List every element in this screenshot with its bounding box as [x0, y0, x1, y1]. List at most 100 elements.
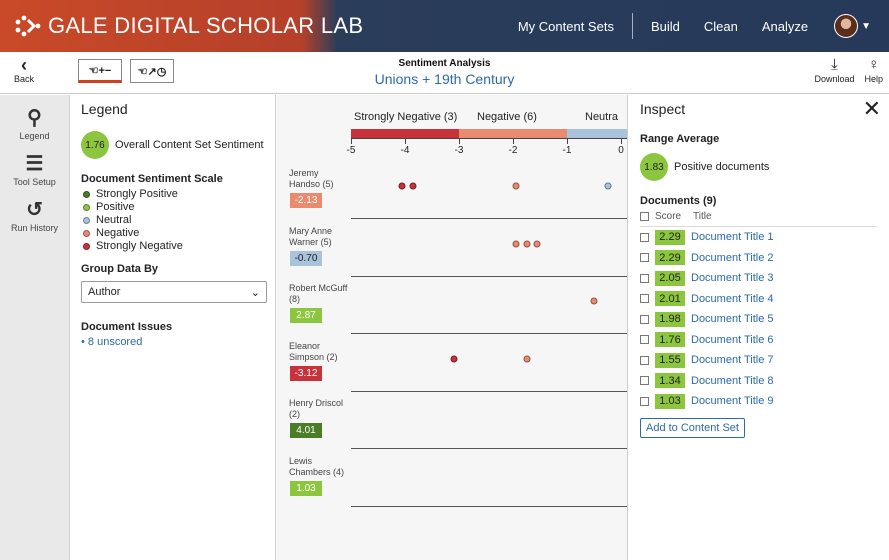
document-title-link[interactable]: Document Title 2: [691, 252, 774, 264]
author-score-badge: 4.01: [290, 423, 322, 438]
document-point[interactable]: [523, 240, 530, 247]
band-label[interactable]: Strongly Negative (3): [354, 111, 457, 123]
scale-title: Document Sentiment Scale: [81, 173, 223, 185]
document-title-link[interactable]: Document Title 8: [691, 375, 774, 387]
document-title-link[interactable]: Document Title 3: [691, 272, 774, 284]
group-by-title: Group Data By: [81, 263, 159, 275]
author-name: Jeremy Handso (5): [289, 168, 334, 189]
document-checkbox[interactable]: [640, 335, 649, 345]
group-by-value: Author: [88, 286, 121, 298]
x-tick: [513, 138, 514, 144]
search-icon: ⚲: [27, 107, 42, 129]
document-title-link[interactable]: Document Title 9: [691, 395, 774, 407]
rail-item-run-history[interactable]: ↺ Run History: [0, 199, 69, 233]
document-checkbox[interactable]: [640, 396, 649, 406]
x-tick: [567, 138, 568, 144]
document-title-link[interactable]: Document Title 1: [691, 231, 774, 243]
sentiment-band[interactable]: [567, 129, 627, 138]
document-issues: Document Issues • 8 unscored: [81, 321, 264, 348]
document-point[interactable]: [590, 297, 598, 305]
close-icon[interactable]: ✕: [863, 97, 881, 121]
document-score: 1.98: [655, 311, 685, 327]
document-row: 1.55 Document Title 7: [640, 350, 877, 371]
author-name: Mary Anne Warner (5): [289, 225, 333, 247]
document-checkbox[interactable]: [640, 314, 649, 324]
document-score: 1.55: [655, 352, 685, 368]
range-score-bubble: 1.83: [640, 153, 668, 181]
document-score: 2.05: [655, 270, 685, 286]
hand-plus-minus-icon: ☜+−: [88, 64, 112, 77]
band-label[interactable]: Negative (6): [477, 111, 537, 123]
sentiment-band[interactable]: [351, 129, 459, 138]
documents-header: Score Title: [640, 211, 877, 227]
document-checkbox[interactable]: [640, 355, 649, 365]
document-title-link[interactable]: Document Title 5: [691, 313, 774, 325]
caret-down-icon[interactable]: ▼: [861, 21, 871, 32]
range-row: 1.83 Positive documents: [640, 153, 877, 181]
author-name: Robert McGuff (8): [289, 283, 348, 304]
download-button[interactable]: ⤓ Download: [814, 56, 854, 84]
document-checkbox[interactable]: [640, 273, 649, 283]
select-all-checkbox[interactable]: [640, 212, 649, 221]
nav-my-content-sets[interactable]: My Content Sets: [506, 19, 626, 34]
documents-title: Documents (9): [640, 195, 717, 207]
document-point[interactable]: [512, 240, 520, 247]
x-tick-label: -2: [508, 145, 518, 156]
brand[interactable]: GALE DIGITAL SCHOLAR LAB: [14, 10, 363, 42]
unscored-link[interactable]: • 8 unscored: [81, 336, 264, 348]
back-button[interactable]: ‹ Back: [8, 56, 40, 84]
document-score: 1.34: [655, 373, 685, 389]
document-row: 1.03 Document Title 9: [640, 391, 877, 412]
help-label: Help: [864, 74, 883, 84]
chevron-left-icon: ‹: [21, 55, 27, 75]
help-button[interactable]: ♀ Help: [864, 56, 883, 84]
user-avatar[interactable]: [834, 14, 859, 38]
row-baseline: [351, 390, 627, 392]
legend-title: Legend: [81, 101, 128, 117]
document-title-link[interactable]: Document Title 7: [691, 354, 774, 366]
score-column-header[interactable]: Score: [655, 211, 689, 222]
scale-item: Neutral: [83, 214, 264, 227]
add-to-content-set-button[interactable]: Add to Content Set: [640, 417, 745, 438]
document-checkbox[interactable]: [640, 294, 649, 304]
document-point[interactable]: [523, 355, 530, 362]
document-point[interactable]: [398, 182, 406, 190]
sentiment-band[interactable]: [459, 129, 567, 138]
document-point[interactable]: [409, 182, 417, 190]
scale-item: Strongly Negative: [83, 240, 264, 253]
document-title-link[interactable]: Document Title 6: [691, 334, 774, 346]
nav-clean[interactable]: Clean: [692, 19, 750, 34]
nav-build[interactable]: Build: [639, 19, 692, 34]
lightbulb-icon: ♀: [868, 56, 880, 73]
nav-divider: [631, 13, 633, 39]
tab-score-view[interactable]: ☜+−: [78, 59, 122, 83]
document-checkbox[interactable]: [640, 376, 649, 386]
document-point[interactable]: [512, 182, 520, 190]
band-label[interactable]: Neutra: [585, 111, 618, 123]
x-tick: [621, 138, 622, 144]
author-score-badge: -3.12: [290, 365, 322, 381]
rail-item-legend[interactable]: ⚲ Legend: [0, 107, 69, 141]
x-tick-label: -3: [454, 145, 464, 156]
document-point[interactable]: [450, 355, 458, 362]
row-baseline: [351, 448, 627, 449]
row-baseline: [351, 505, 627, 507]
author-name: Lewis Chambers (4): [289, 455, 345, 477]
document-point[interactable]: [604, 182, 611, 190]
document-score: 1.03: [655, 393, 685, 409]
document-row: 2.05 Document Title 3: [640, 268, 877, 289]
document-point[interactable]: [533, 240, 541, 247]
document-title-link[interactable]: Document Title 4: [691, 293, 774, 305]
rail-item-tool-setup[interactable]: ☰ Tool Setup: [0, 153, 69, 187]
document-row: 2.29 Document Title 2: [640, 248, 877, 269]
title-column-header[interactable]: Title: [693, 211, 712, 222]
scale-label: Strongly Negative: [96, 240, 183, 252]
tab-trend-view[interactable]: ☜↗◷: [130, 59, 174, 83]
nav-analyze[interactable]: Analyze: [750, 19, 820, 34]
document-row: 1.98 Document Title 5: [640, 309, 877, 330]
document-row: 2.01 Document Title 4: [640, 289, 877, 310]
group-by-select[interactable]: Author ⌄: [81, 281, 267, 303]
document-checkbox[interactable]: [640, 253, 649, 263]
rail-label: Legend: [19, 131, 50, 141]
document-checkbox[interactable]: [640, 232, 649, 242]
